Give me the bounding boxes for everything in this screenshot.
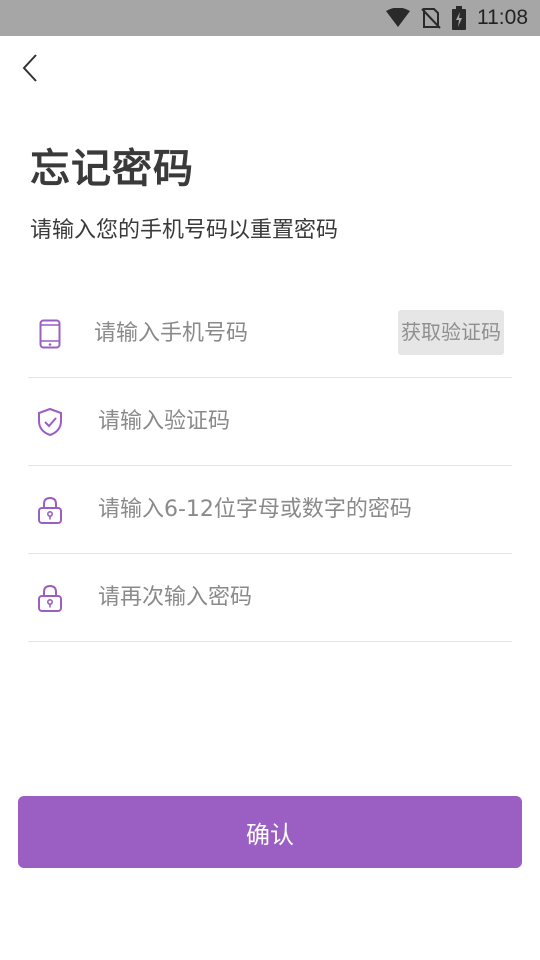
page-title: 忘记密码	[30, 146, 194, 192]
no-sim-icon	[421, 7, 441, 29]
confirm-password-input[interactable]	[98, 575, 512, 620]
password-input[interactable]	[98, 487, 512, 532]
confirm-password-row	[28, 554, 512, 642]
back-button[interactable]	[16, 54, 44, 86]
status-bar: 11:08	[0, 0, 540, 36]
code-row	[28, 378, 512, 466]
page-subtitle: 请输入您的手机号码以重置密码	[30, 218, 339, 243]
status-time: 11:08	[477, 6, 528, 29]
battery-charging-icon	[451, 6, 467, 30]
phone-icon	[32, 316, 68, 352]
get-code-button[interactable]: 获取验证码	[398, 310, 504, 355]
phone-row: 获取验证码	[28, 290, 512, 378]
lock-icon	[32, 580, 68, 616]
reset-password-form: 获取验证码	[28, 290, 512, 642]
password-row	[28, 466, 512, 554]
lock-icon	[32, 492, 68, 528]
confirm-button[interactable]: 确认	[18, 796, 522, 868]
verification-code-input[interactable]	[98, 399, 512, 444]
wifi-icon	[385, 8, 411, 28]
chevron-left-icon	[22, 54, 38, 86]
shield-check-icon	[32, 404, 68, 440]
